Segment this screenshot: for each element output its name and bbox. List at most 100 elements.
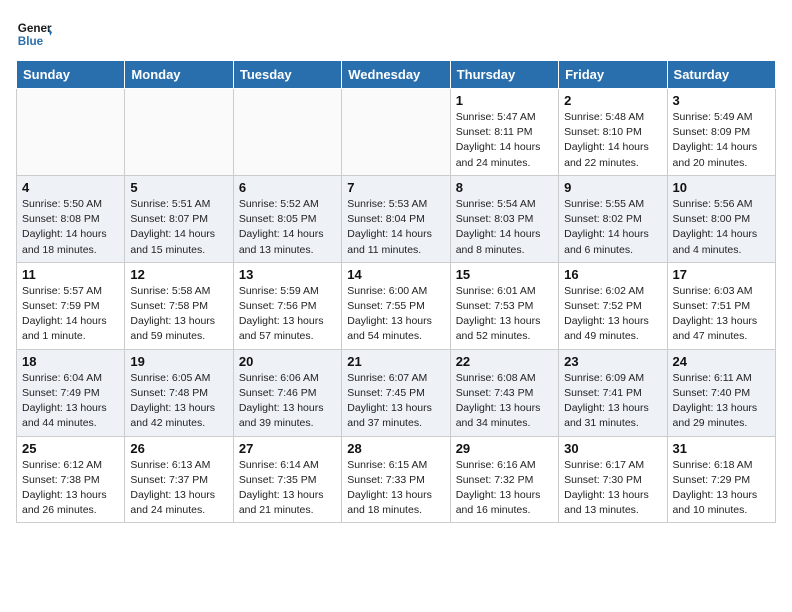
day-info: Sunrise: 6:08 AM Sunset: 7:43 PM Dayligh… [456,371,553,432]
calendar-cell: 16 Sunrise: 6:02 AM Sunset: 7:52 PM Dayli… [559,262,667,349]
calendar-cell: 18 Sunrise: 6:04 AM Sunset: 7:49 PM Dayli… [17,349,125,436]
calendar-cell: 25 Sunrise: 6:12 AM Sunset: 7:38 PM Dayli… [17,436,125,523]
week-row-2: 4 Sunrise: 5:50 AM Sunset: 8:08 PM Daylig… [17,175,776,262]
day-number: 10 [673,180,770,195]
day-info: Sunrise: 6:18 AM Sunset: 7:29 PM Dayligh… [673,458,770,519]
day-number: 14 [347,267,444,282]
day-number: 2 [564,93,661,108]
day-info: Sunrise: 5:56 AM Sunset: 8:00 PM Dayligh… [673,197,770,258]
day-number: 28 [347,441,444,456]
day-info: Sunrise: 6:01 AM Sunset: 7:53 PM Dayligh… [456,284,553,345]
day-info: Sunrise: 6:11 AM Sunset: 7:40 PM Dayligh… [673,371,770,432]
day-number: 24 [673,354,770,369]
day-info: Sunrise: 6:16 AM Sunset: 7:32 PM Dayligh… [456,458,553,519]
calendar-cell: 27 Sunrise: 6:14 AM Sunset: 7:35 PM Dayli… [233,436,341,523]
calendar-cell: 6 Sunrise: 5:52 AM Sunset: 8:05 PM Daylig… [233,175,341,262]
day-number: 23 [564,354,661,369]
day-info: Sunrise: 5:59 AM Sunset: 7:56 PM Dayligh… [239,284,336,345]
day-info: Sunrise: 6:07 AM Sunset: 7:45 PM Dayligh… [347,371,444,432]
day-number: 5 [130,180,227,195]
day-info: Sunrise: 6:13 AM Sunset: 7:37 PM Dayligh… [130,458,227,519]
calendar-cell: 21Sunrise: 6:07 AM Sunset: 7:45 PM Dayli… [342,349,450,436]
day-number: 4 [22,180,119,195]
calendar-cell: 11 Sunrise: 5:57 AM Sunset: 7:59 PM Dayli… [17,262,125,349]
calendar-cell: 17Sunrise: 6:03 AM Sunset: 7:51 PM Dayli… [667,262,775,349]
day-info: Sunrise: 5:50 AM Sunset: 8:08 PM Dayligh… [22,197,119,258]
col-header-thursday: Thursday [450,61,558,89]
day-info: Sunrise: 5:55 AM Sunset: 8:02 PM Dayligh… [564,197,661,258]
week-row-4: 18 Sunrise: 6:04 AM Sunset: 7:49 PM Dayli… [17,349,776,436]
col-header-monday: Monday [125,61,233,89]
day-info: Sunrise: 5:48 AM Sunset: 8:10 PM Dayligh… [564,110,661,171]
day-number: 29 [456,441,553,456]
day-info: Sunrise: 5:57 AM Sunset: 7:59 PM Dayligh… [22,284,119,345]
day-info: Sunrise: 6:00 AM Sunset: 7:55 PM Dayligh… [347,284,444,345]
col-header-friday: Friday [559,61,667,89]
calendar-cell: 24 Sunrise: 6:11 AM Sunset: 7:40 PM Dayli… [667,349,775,436]
calendar-cell: 29 Sunrise: 6:16 AM Sunset: 7:32 PM Dayli… [450,436,558,523]
calendar-cell: 12 Sunrise: 5:58 AM Sunset: 7:58 PM Dayli… [125,262,233,349]
calendar-cell: 3Sunrise: 5:49 AM Sunset: 8:09 PM Daylig… [667,89,775,176]
day-number: 19 [130,354,227,369]
day-info: Sunrise: 6:12 AM Sunset: 7:38 PM Dayligh… [22,458,119,519]
calendar-cell: 26 Sunrise: 6:13 AM Sunset: 7:37 PM Dayli… [125,436,233,523]
calendar-cell: 31 Sunrise: 6:18 AM Sunset: 7:29 PM Dayli… [667,436,775,523]
header-row: SundayMondayTuesdayWednesdayThursdayFrid… [17,61,776,89]
day-number: 20 [239,354,336,369]
calendar-cell: 30 Sunrise: 6:17 AM Sunset: 7:30 PM Dayli… [559,436,667,523]
week-row-5: 25 Sunrise: 6:12 AM Sunset: 7:38 PM Dayli… [17,436,776,523]
day-info: Sunrise: 5:47 AM Sunset: 8:11 PM Dayligh… [456,110,553,171]
day-info: Sunrise: 6:04 AM Sunset: 7:49 PM Dayligh… [22,371,119,432]
calendar-cell: 2 Sunrise: 5:48 AM Sunset: 8:10 PM Daylig… [559,89,667,176]
day-number: 3 [673,93,770,108]
day-info: Sunrise: 6:09 AM Sunset: 7:41 PM Dayligh… [564,371,661,432]
week-row-1: 1Sunrise: 5:47 AM Sunset: 8:11 PM Daylig… [17,89,776,176]
day-number: 15 [456,267,553,282]
svg-text:General: General [18,22,52,35]
day-info: Sunrise: 5:52 AM Sunset: 8:05 PM Dayligh… [239,197,336,258]
page-header: General Blue [16,16,776,52]
day-number: 27 [239,441,336,456]
calendar-cell: 22 Sunrise: 6:08 AM Sunset: 7:43 PM Dayli… [450,349,558,436]
day-number: 6 [239,180,336,195]
logo-icon: General Blue [16,16,52,52]
calendar-cell: 1Sunrise: 5:47 AM Sunset: 8:11 PM Daylig… [450,89,558,176]
day-info: Sunrise: 5:54 AM Sunset: 8:03 PM Dayligh… [456,197,553,258]
day-number: 12 [130,267,227,282]
day-number: 9 [564,180,661,195]
calendar-cell: 7 Sunrise: 5:53 AM Sunset: 8:04 PM Daylig… [342,175,450,262]
day-number: 31 [673,441,770,456]
day-info: Sunrise: 5:58 AM Sunset: 7:58 PM Dayligh… [130,284,227,345]
day-info: Sunrise: 6:15 AM Sunset: 7:33 PM Dayligh… [347,458,444,519]
calendar-cell: 28 Sunrise: 6:15 AM Sunset: 7:33 PM Dayli… [342,436,450,523]
day-info: Sunrise: 6:14 AM Sunset: 7:35 PM Dayligh… [239,458,336,519]
calendar-cell: 20 Sunrise: 6:06 AM Sunset: 7:46 PM Dayli… [233,349,341,436]
col-header-saturday: Saturday [667,61,775,89]
day-number: 7 [347,180,444,195]
calendar-cell: 4 Sunrise: 5:50 AM Sunset: 8:08 PM Daylig… [17,175,125,262]
day-info: Sunrise: 6:17 AM Sunset: 7:30 PM Dayligh… [564,458,661,519]
calendar-cell: 13Sunrise: 5:59 AM Sunset: 7:56 PM Dayli… [233,262,341,349]
day-number: 16 [564,267,661,282]
calendar-cell: 19Sunrise: 6:05 AM Sunset: 7:48 PM Dayli… [125,349,233,436]
calendar-cell: 8 Sunrise: 5:54 AM Sunset: 8:03 PM Daylig… [450,175,558,262]
day-info: Sunrise: 5:51 AM Sunset: 8:07 PM Dayligh… [130,197,227,258]
day-number: 18 [22,354,119,369]
calendar-cell [233,89,341,176]
calendar-cell: 23 Sunrise: 6:09 AM Sunset: 7:41 PM Dayli… [559,349,667,436]
day-info: Sunrise: 6:02 AM Sunset: 7:52 PM Dayligh… [564,284,661,345]
svg-text:Blue: Blue [18,35,44,48]
day-number: 25 [22,441,119,456]
day-number: 11 [22,267,119,282]
col-header-sunday: Sunday [17,61,125,89]
col-header-tuesday: Tuesday [233,61,341,89]
day-number: 30 [564,441,661,456]
day-number: 26 [130,441,227,456]
day-number: 8 [456,180,553,195]
day-info: Sunrise: 5:53 AM Sunset: 8:04 PM Dayligh… [347,197,444,258]
day-number: 17 [673,267,770,282]
calendar-cell [125,89,233,176]
logo: General Blue [16,16,52,52]
day-info: Sunrise: 6:06 AM Sunset: 7:46 PM Dayligh… [239,371,336,432]
day-number: 22 [456,354,553,369]
